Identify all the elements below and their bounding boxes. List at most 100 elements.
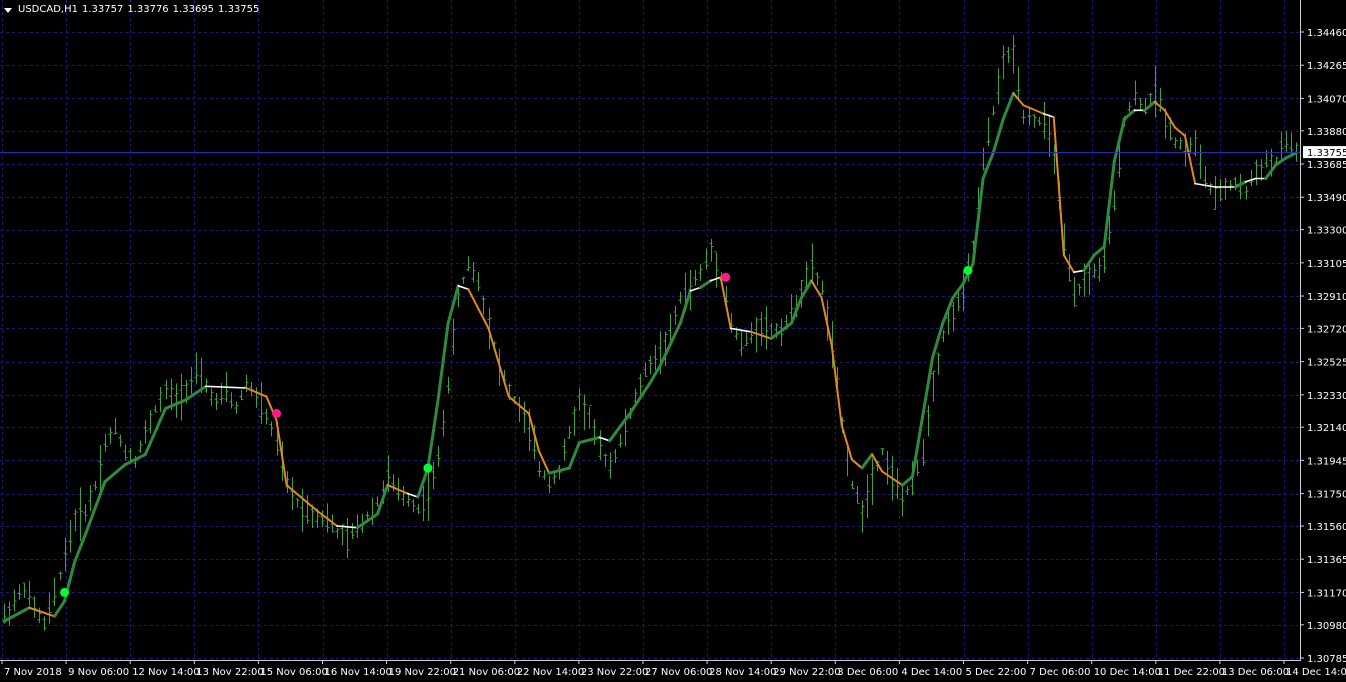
price-tick-label: 1.31560 — [1307, 522, 1346, 533]
ma-segment-flat — [457, 285, 470, 291]
ma-segment-flat — [1042, 112, 1055, 118]
ma-segment-down — [840, 424, 853, 461]
price-tick-label: 1.30980 — [1307, 621, 1346, 632]
ma-segment-down — [527, 412, 540, 453]
ma-segment-up — [436, 321, 450, 402]
time-tick-label: 15 Nov 06:00 — [260, 667, 327, 678]
price-tick-label: 1.33685 — [1307, 160, 1346, 171]
price-tick-label: 1.32525 — [1307, 358, 1346, 369]
ma-segment-up — [73, 534, 87, 564]
price-tick-label: 1.33880 — [1307, 127, 1346, 138]
price-tick-label: 1.33105 — [1307, 259, 1346, 270]
ma-segment-up — [446, 284, 460, 325]
time-tick-label: 3 Dec 06:00 — [837, 667, 898, 678]
time-tick-label: 23 Nov 22:00 — [581, 667, 648, 678]
close-price: 1.33755 — [218, 4, 260, 15]
price-tick-label: 1.33300 — [1307, 226, 1346, 237]
ma-segment-up — [416, 466, 430, 499]
ma-segment-flat — [205, 385, 248, 389]
price-tick-label: 1.32330 — [1307, 391, 1346, 402]
grid-lines — [0, 0, 1300, 660]
time-tick-label: 29 Nov 22:00 — [773, 667, 840, 678]
buy-signal-dot — [60, 587, 70, 597]
ma-segment-up — [941, 296, 955, 325]
ma-segment-down — [820, 296, 833, 347]
time-tick-label: 28 Nov 14:00 — [709, 667, 776, 678]
time-tick-label: 21 Nov 06:00 — [453, 667, 520, 678]
ma-segment-up — [698, 279, 713, 290]
time-tick-label: 5 Dec 22:00 — [966, 667, 1027, 678]
price-tick-label: 1.31170 — [1307, 588, 1346, 599]
ma-segment-up — [628, 381, 652, 416]
price-tick-label: 1.34070 — [1307, 94, 1346, 105]
ma-segment-down — [810, 279, 823, 299]
price-tick-label: 1.31750 — [1307, 490, 1346, 501]
ma-segment-down — [1062, 254, 1075, 274]
time-tick-label: 16 Nov 14:00 — [325, 667, 392, 678]
sell-signal-dot — [272, 409, 282, 419]
ma-segment-up — [1264, 163, 1278, 180]
ma-segment-up — [2, 606, 31, 623]
price-tick-label: 1.30785 — [1307, 654, 1346, 665]
time-tick-label: 11 Dec 22:00 — [1158, 667, 1225, 678]
price-tick-label: 1.31945 — [1307, 456, 1346, 467]
ma-segment-flat — [689, 286, 702, 292]
symbol-timeframe: USDCAD,H1 — [18, 4, 78, 15]
time-tick-label: 13 Nov 22:00 — [196, 667, 263, 678]
high-price: 1.33776 — [127, 4, 169, 15]
ma-segment-down — [507, 395, 530, 415]
time-tick-label: 7 Nov 2018 — [4, 667, 62, 678]
ma-segment-up — [991, 117, 1005, 155]
ma-segment-down — [28, 606, 56, 618]
symbol-dropdown-icon[interactable] — [4, 7, 12, 13]
ma-segment-down — [275, 419, 288, 487]
ma-segment-up — [426, 398, 440, 470]
ma-segment-up — [1092, 245, 1106, 257]
chart-header: USDCAD,H1 1.33757 1.33776 1.33695 1.3375… — [4, 3, 259, 17]
ma-segment-up — [577, 435, 602, 445]
ma-segment-up — [52, 599, 67, 618]
ma-segment-down — [1022, 104, 1045, 115]
time-tick-label: 7 Dec 06:00 — [1030, 667, 1091, 678]
open-price: 1.33757 — [81, 4, 124, 15]
price-tick-label: 1.31365 — [1307, 555, 1346, 566]
time-tick-label: 19 Nov 22:00 — [389, 667, 456, 678]
time-tick-label: 13 Dec 06:00 — [1222, 667, 1289, 678]
ma-segment-up — [164, 398, 188, 410]
chart-canvas[interactable]: 1.34460 1.34265 1.34070 1.33880 1.33685 1.334… — [0, 0, 1346, 682]
ma-segment-down — [467, 288, 490, 330]
price-tick-label: 1.34265 — [1307, 61, 1346, 72]
price-tick-label: 1.32910 — [1307, 292, 1346, 303]
ma-segment-down — [386, 484, 409, 495]
price-tick-label: 1.32720 — [1307, 324, 1346, 335]
ma-segment-up — [910, 355, 935, 479]
ma-segment-up — [567, 441, 581, 470]
ma-segment-up — [860, 452, 874, 470]
time-tick-label: 9 Nov 06:00 — [68, 667, 129, 678]
price-tick-label: 1.34460 — [1307, 28, 1346, 39]
ma-segment-down — [1052, 116, 1065, 257]
ma-segment-flat — [709, 276, 722, 282]
ma-segment-down — [830, 344, 843, 427]
low-price: 1.33695 — [172, 4, 215, 15]
ma-segment-up — [951, 282, 965, 300]
buy-signal-dot — [423, 463, 433, 473]
ma-segment-down — [719, 276, 732, 330]
sell-signal-dot — [721, 272, 731, 282]
time-tick-label: 22 Nov 14:00 — [517, 667, 584, 678]
buy-signal-dot — [963, 265, 973, 275]
ma-segment-up — [103, 463, 127, 484]
ma-segment-down — [285, 484, 308, 504]
time-axis[interactable]: 7 Nov 2018 9 Nov 06:00 12 Nov 14:0013 Nov … — [1, 660, 1346, 678]
chart-window[interactable]: 1.34460 1.34265 1.34070 1.33880 1.33685 1.334… — [0, 0, 1346, 682]
ma-segment-down — [537, 450, 551, 475]
time-tick-label: 10 Dec 14:00 — [1094, 667, 1161, 678]
time-tick-label: 14 Dec 14:00 — [1286, 667, 1346, 678]
ma-segment-up — [1143, 100, 1157, 112]
ma-segment-up — [83, 480, 107, 538]
time-tick-label: 12 Nov 14:00 — [132, 667, 199, 678]
ma-segment-up — [1001, 91, 1015, 121]
ma-segment-up — [900, 475, 914, 487]
ma-segment-flat — [598, 436, 611, 442]
price-axis[interactable]: 1.34460 1.34265 1.34070 1.33880 1.33685 1.334… — [1300, 28, 1346, 665]
